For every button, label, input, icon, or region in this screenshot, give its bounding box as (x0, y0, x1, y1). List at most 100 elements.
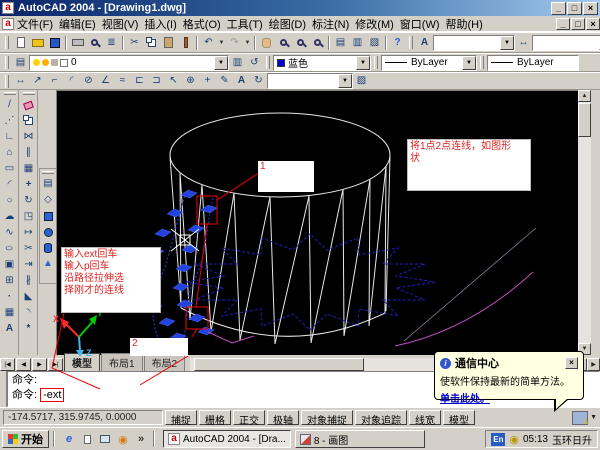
tab-first-icon[interactable]: |◀ (0, 358, 15, 371)
drawing-canvas[interactable] (56, 90, 578, 355)
chevron-down-icon[interactable]: ▼ (500, 36, 514, 50)
command-grip[interactable] (0, 371, 7, 407)
clock[interactable]: 05:13 (523, 434, 548, 445)
start-button[interactable]: 开始 (2, 430, 49, 448)
extend-button[interactable]: ⇥ (20, 257, 37, 273)
undo-button[interactable]: ↶ (200, 35, 217, 51)
ie-quicklaunch-icon[interactable]: e (61, 431, 77, 447)
media-player-icon[interactable]: ◉ (115, 431, 131, 447)
layer-combo[interactable]: 0 ▼ (29, 55, 229, 71)
toolbar-grip[interactable] (23, 92, 35, 95)
point-button[interactable]: · (1, 289, 18, 305)
continue-dimension-button[interactable]: ⊐ (148, 73, 165, 89)
new-button[interactable] (12, 35, 29, 51)
arc-button[interactable]: ◜ (1, 177, 18, 193)
lineweight-toggle[interactable]: 线宽 (409, 410, 441, 425)
osnap-toggle[interactable]: 对象捕捉 (301, 410, 353, 425)
tab-model[interactable]: 模型 (64, 353, 100, 371)
otrack-toggle[interactable]: 对象追踪 (355, 410, 407, 425)
center-mark-button[interactable]: + (199, 73, 216, 89)
save-button[interactable] (46, 35, 63, 51)
toolbar-grip[interactable] (4, 92, 16, 95)
fillet-button[interactable]: ◝ (20, 305, 37, 321)
erase-button[interactable] (20, 97, 37, 113)
outlook-quicklaunch-icon[interactable] (79, 431, 95, 447)
toolbar-grip[interactable] (5, 56, 9, 69)
hatch-button[interactable]: ▦ (1, 305, 18, 321)
array-button[interactable]: ▦ (20, 161, 37, 177)
communication-center-icon[interactable]: ⚠ (572, 411, 588, 425)
color-combo[interactable]: 蓝色 ▼ (273, 55, 371, 71)
ime-name[interactable]: 玉环日升 (552, 432, 592, 447)
trim-button[interactable]: ✂ (20, 241, 37, 257)
linear-dimension-button[interactable]: ↔ (12, 73, 29, 89)
minimize-button[interactable]: _ (551, 2, 566, 15)
named-views-button[interactable]: ▤ (40, 176, 57, 192)
rectangle-button[interactable]: ▭ (1, 161, 18, 177)
autocad-app-icon[interactable]: a (2, 2, 14, 14)
properties-palette-button[interactable]: ▤ (332, 35, 349, 51)
move-button[interactable]: + (20, 177, 37, 193)
chamfer-button[interactable]: ◣ (20, 289, 37, 305)
break-button[interactable]: ∦ (20, 273, 37, 289)
bubble-link[interactable]: 单击此处。 (440, 394, 490, 405)
vertical-scroll-thumb[interactable] (578, 103, 591, 137)
show-desktop-icon[interactable] (97, 431, 113, 447)
tab-prev-icon[interactable]: ◀ (16, 358, 31, 371)
diameter-dimension-button[interactable]: ⊘ (80, 73, 97, 89)
cut-button[interactable]: ✂ (126, 35, 143, 51)
toolbar-grip[interactable] (42, 171, 54, 174)
baseline-dimension-button[interactable]: ⊏ (131, 73, 148, 89)
menu-format[interactable]: 格式(O) (180, 15, 224, 33)
quick-leader-button[interactable]: ↖ (165, 73, 182, 89)
angular-dimension-button[interactable]: ∠ (97, 73, 114, 89)
menu-window[interactable]: 窗口(W) (397, 15, 443, 33)
dim-style-combo[interactable]: ▼ (267, 73, 353, 89)
snap-toggle[interactable]: 捕捉 (165, 410, 197, 425)
match-properties-button[interactable] (177, 35, 194, 51)
status-tray-chevron-icon[interactable]: ▼ (590, 414, 597, 421)
revision-cloud-button[interactable]: ☁ (1, 209, 18, 225)
menu-draw[interactable]: 绘图(D) (266, 15, 309, 33)
copy-object-button[interactable] (20, 113, 37, 129)
menu-help[interactable]: 帮助(H) (443, 15, 486, 33)
horizontal-scroll-thumb[interactable] (194, 358, 364, 371)
dimension-update-button[interactable]: ↻ (250, 73, 267, 89)
quick-dimension-button[interactable]: ≈ (114, 73, 131, 89)
chevron-down-icon[interactable]: ▼ (338, 74, 352, 88)
mirror-button[interactable]: ⋈ (20, 129, 37, 145)
dimension-edit-button[interactable]: ✎ (216, 73, 233, 89)
radius-dimension-button[interactable]: ◜ (63, 73, 80, 89)
text-style-button[interactable]: A (416, 35, 433, 51)
linetype-combo[interactable]: ByLayer ▼ (381, 55, 477, 71)
toolbar-grip[interactable] (374, 56, 378, 69)
tab-last-icon[interactable]: ▶| (48, 358, 63, 371)
explode-button[interactable]: * (20, 321, 37, 337)
copy-button[interactable] (143, 35, 160, 51)
tab-next-icon[interactable]: ▶ (32, 358, 47, 371)
toolbar-grip[interactable] (409, 36, 413, 49)
dim-style-manager-button[interactable]: ▨ (353, 73, 370, 89)
ortho-toggle[interactable]: 正交 (233, 410, 265, 425)
quicklaunch-more-chevron[interactable]: » (133, 431, 149, 447)
make-block-button[interactable]: ⊞ (1, 273, 18, 289)
solid-cone-button[interactable]: ▲ (40, 256, 57, 272)
mtext-button[interactable]: A (1, 321, 18, 337)
language-indicator[interactable]: En (491, 433, 505, 446)
doc-close-button[interactable]: × (586, 18, 600, 30)
polygon-button[interactable]: ⌂ (1, 145, 18, 161)
menu-view[interactable]: 视图(V) (99, 15, 142, 33)
lineweight-combo[interactable]: ByLayer (487, 55, 579, 71)
3d-shapes-button[interactable]: ◇ (40, 192, 57, 208)
line-button[interactable]: / (1, 97, 18, 113)
toolbar-grip[interactable] (266, 56, 270, 69)
dimension-text-edit-button[interactable]: A (233, 73, 250, 89)
ellipse-button[interactable]: ○ (1, 241, 18, 257)
dim-style-combo-top[interactable]: ▼ (532, 35, 600, 51)
task-paint[interactable]: 8 - 画图 (295, 430, 425, 448)
chevron-down-icon[interactable]: ▼ (356, 56, 370, 70)
aligned-dimension-button[interactable]: ↗ (29, 73, 46, 89)
zoom-realtime-button[interactable] (275, 35, 292, 51)
solid-sphere-button[interactable] (40, 224, 57, 240)
stretch-button[interactable]: ↦ (20, 225, 37, 241)
